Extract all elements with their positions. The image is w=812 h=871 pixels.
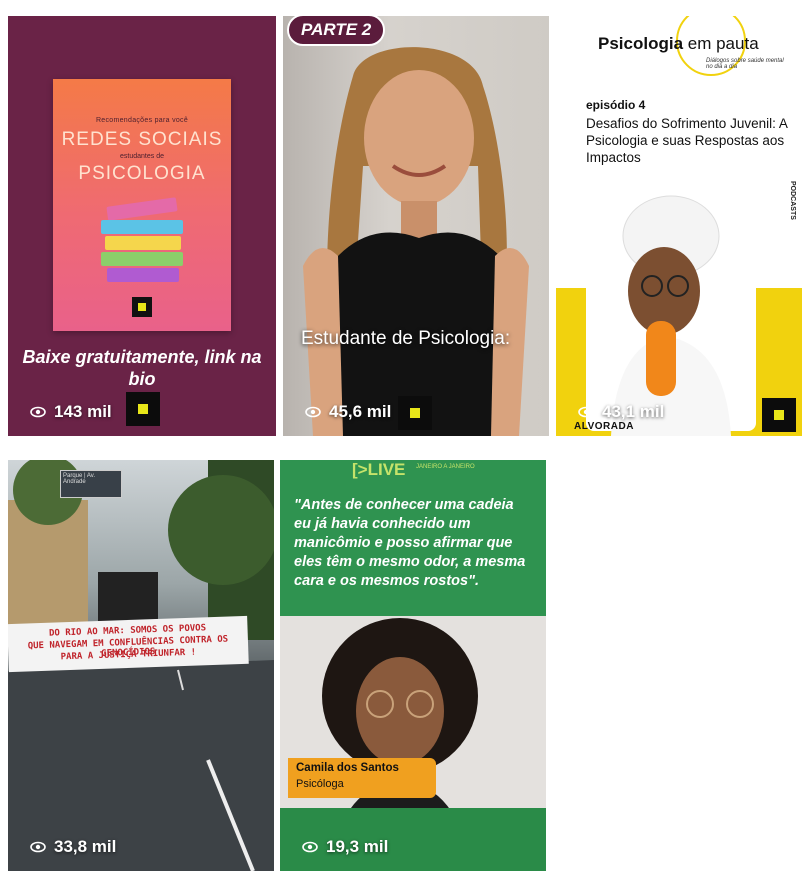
view-count: 19,3 mil <box>302 837 388 857</box>
view-count: 45,6 mil <box>305 402 391 422</box>
view-count-text: 33,8 mil <box>54 837 117 856</box>
guest-illustration <box>586 195 756 436</box>
eye-icon <box>30 841 46 853</box>
eye-icon <box>30 406 46 418</box>
publisher-logo <box>132 297 152 317</box>
view-count: 33,8 mil <box>30 837 116 857</box>
square-logo-icon <box>398 396 432 430</box>
ebook-subtitle: estudantes de <box>120 153 164 160</box>
speaker-illustration <box>303 47 529 436</box>
post-tile-1[interactable]: Recomendações para você REDES SOCIAIS es… <box>8 16 276 436</box>
view-count: 143 mil <box>30 402 112 422</box>
video-caption: Estudante de Psicologia: <box>301 328 511 349</box>
ebook-tagline: Recomendações para você <box>95 117 189 124</box>
quote-text: "Antes de conhecer uma cadeia eu já havi… <box>294 497 526 589</box>
books-illustration <box>101 194 191 284</box>
live-sub: JANEIRO A JANEIRO <box>416 464 475 470</box>
post-caption: Baixe gratuitamente, link na bio <box>22 347 262 389</box>
view-count: 43,1 mil <box>578 402 664 422</box>
protest-banner: DO RIO AO MAR: SOMOS OS POVOS QUE NAVEGA… <box>8 615 249 673</box>
part-badge: PARTE 2 <box>287 16 386 46</box>
square-logo-icon <box>126 392 160 426</box>
square-logo-icon <box>762 398 796 432</box>
view-count-text: 143 mil <box>54 402 112 421</box>
alvorada-logo: ALVORADA <box>574 421 634 432</box>
ebook-title-1: REDES SOCIAIS <box>61 129 223 150</box>
ebook-title-2: PSICOLOGIA <box>78 163 206 184</box>
street-sign: Parque | Av. Andrade <box>60 470 122 498</box>
view-count-text: 19,3 mil <box>326 837 389 856</box>
live-label: [>LIVE <box>352 460 406 479</box>
view-count-text: 45,6 mil <box>329 402 392 421</box>
eye-icon <box>302 841 318 853</box>
guest-name: Camila dos Santos <box>296 762 399 774</box>
eye-icon <box>578 406 594 418</box>
view-count-text: 43,1 mil <box>602 402 665 421</box>
eye-icon <box>305 406 321 418</box>
post-tile-5[interactable]: [>LIVE JANEIRO A JANEIRO "Antes de conhe… <box>280 460 546 871</box>
post-tile-4[interactable]: Parque | Av. Andrade DO RIO AO MAR: SOMO… <box>8 460 274 871</box>
name-tag: Camila dos Santos Psicóloga <box>288 758 436 798</box>
post-tile-3[interactable]: Psicologia em pauta Diálogos sobre saúde… <box>556 16 802 436</box>
post-tile-2[interactable]: PARTE 2 Estudante de Psicologia: 45,6 mi… <box>283 16 549 436</box>
guest-role: Psicóloga <box>296 778 344 790</box>
ebook-cover: Recomendações para você REDES SOCIAIS es… <box>53 79 231 331</box>
